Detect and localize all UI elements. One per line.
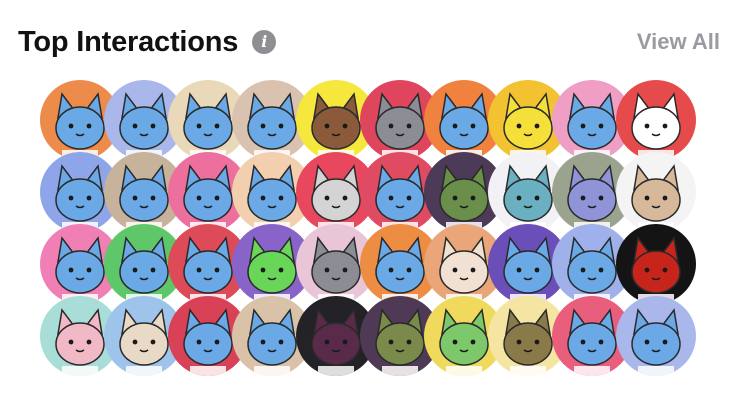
section-header: Top Interactions i View All xyxy=(18,22,720,62)
avatar-row xyxy=(40,224,700,304)
section-title: Top Interactions xyxy=(18,25,239,58)
avatar[interactable] xyxy=(616,224,696,304)
view-all-link[interactable]: View All xyxy=(637,29,720,55)
avatar-row xyxy=(40,152,700,232)
avatar-row xyxy=(40,80,700,160)
avatar-image xyxy=(631,236,681,304)
top-interactions-card: Top Interactions i View All xyxy=(0,0,740,394)
avatar-row xyxy=(40,296,700,376)
avatar[interactable] xyxy=(616,80,696,160)
avatar-image xyxy=(631,308,681,376)
avatar-grid xyxy=(40,80,700,376)
avatar-image xyxy=(631,164,681,232)
avatar[interactable] xyxy=(616,296,696,376)
title-group: Top Interactions i xyxy=(18,25,277,59)
avatar[interactable] xyxy=(616,152,696,232)
info-icon[interactable]: i xyxy=(252,30,277,54)
avatar-image xyxy=(631,92,681,160)
